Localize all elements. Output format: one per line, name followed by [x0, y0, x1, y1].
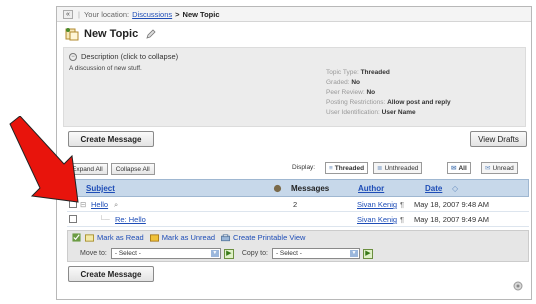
unread-label: Unread	[492, 164, 514, 172]
copy-to-value: - Select -	[275, 250, 302, 257]
breadcrumb-discussions-link[interactable]: Discussions	[132, 10, 172, 19]
mark-read-icon	[85, 233, 94, 242]
back-icon[interactable]: «	[63, 9, 73, 19]
meta-row: Topic Type: Threaded	[326, 69, 390, 76]
description-panel: − Description (click to collapse) A disc…	[63, 47, 526, 127]
all-icon: ✉	[451, 165, 457, 172]
move-go-button[interactable]: ▶	[223, 248, 234, 259]
description-header: Description (click to collapse)	[81, 52, 179, 61]
description-text: A discussion of new stuff.	[69, 65, 142, 72]
sort-icon: ◇	[452, 184, 459, 193]
breadcrumb-separator: >	[175, 9, 180, 19]
topic-icon	[65, 28, 79, 41]
display-label: Display:	[292, 164, 316, 171]
message-subject-link[interactable]: Hello	[91, 200, 108, 209]
bulk-actions-row: Mark as Read Mark as Unread Create Print…	[72, 233, 311, 242]
show-unread-toggle[interactable]: ✉ Unread	[481, 162, 518, 174]
copy-to-label: Copy to:	[241, 250, 268, 257]
chevron-down-icon: ▼	[349, 250, 358, 257]
move-to-select[interactable]: - Select - ▼	[110, 248, 221, 259]
move-to-value: - Select -	[114, 250, 141, 257]
page-title: New Topic	[84, 28, 139, 40]
meta-row: User Identification: User Name	[326, 109, 416, 116]
page-title-row: New Topic	[65, 25, 156, 43]
copy-go-button[interactable]: ▶	[362, 248, 373, 259]
table-header: Subject Messages Author Date ◇	[67, 179, 529, 197]
unthreaded-label: Unthreaded	[384, 164, 419, 172]
threaded-icon: ≡	[329, 164, 333, 172]
messages-table: Subject Messages Author Date ◇ ⊟ Hello ⌕…	[67, 179, 529, 227]
create-printable-view-button[interactable]: Create Printable View	[221, 233, 305, 242]
thread-icon	[273, 184, 282, 193]
subject-column-header[interactable]: Subject	[86, 184, 115, 193]
messages-column-header: Messages	[291, 184, 330, 193]
message-subject-link[interactable]: Re: Hello	[115, 215, 146, 224]
breadcrumb-current: New Topic	[182, 9, 220, 19]
copy-to-select[interactable]: - Select - ▼	[271, 248, 360, 259]
help-icon[interactable]	[513, 281, 523, 291]
move-to-label: Move to:	[80, 250, 107, 257]
table-row: ⊟ Hello ⌕ 2 Sivan Kenig ¶ May 18, 2007 9…	[67, 197, 529, 212]
author-link[interactable]: Sivan Kenig	[357, 215, 397, 224]
message-date: May 18, 2007 9:49 AM	[414, 215, 490, 224]
author-profile-icon[interactable]: ¶	[400, 215, 404, 224]
bulk-actions-panel: Mark as Read Mark as Unread Create Print…	[67, 230, 529, 262]
author-column-header[interactable]: Author	[358, 184, 384, 193]
discussion-window: « | Your location: Discussions > New Top…	[56, 6, 532, 300]
mark-as-read-button[interactable]: Mark as Read	[85, 233, 144, 242]
message-date: May 18, 2007 9:48 AM	[414, 200, 490, 209]
author-link[interactable]: Sivan Kenig	[357, 200, 397, 209]
select-all-icon[interactable]	[72, 233, 81, 242]
mark-as-unread-button[interactable]: Mark as Unread	[149, 233, 216, 242]
view-drafts-button[interactable]: View Drafts	[470, 131, 527, 147]
threaded-toggle[interactable]: ≡ Threaded	[325, 162, 369, 174]
description-toggle[interactable]: − Description (click to collapse)	[69, 52, 178, 61]
location-divider: |	[78, 9, 80, 19]
move-copy-row: Move to: - Select - ▼ ▶ Copy to: - Selec…	[80, 248, 373, 259]
topic-meta: Topic Type: Threaded Graded: No Peer Rev…	[326, 68, 451, 118]
collapse-all-button[interactable]: Collapse All	[110, 163, 155, 175]
print-icon	[221, 233, 231, 241]
view-toolbar: Expand All Collapse All Display: ≡ Threa…	[67, 162, 529, 176]
author-profile-icon[interactable]: ¶	[400, 200, 404, 209]
meta-row: Graded: No	[326, 79, 360, 86]
row-checkbox[interactable]	[69, 215, 77, 223]
message-count: 2	[293, 200, 298, 209]
location-bar: « | Your location: Discussions > New Top…	[57, 7, 531, 22]
red-arrow-annotation	[9, 116, 79, 203]
mark-unread-icon	[149, 233, 159, 242]
unthreaded-toggle[interactable]: ≣ Unthreaded	[373, 162, 423, 174]
unthreaded-icon: ≣	[377, 165, 383, 172]
threaded-label: Threaded	[334, 164, 365, 172]
attachment-icon: ⌕	[114, 200, 119, 209]
meta-row: Peer Review: No	[326, 89, 376, 96]
date-column-header[interactable]: Date	[425, 184, 442, 193]
edit-icon[interactable]	[146, 29, 156, 39]
meta-row: Posting Restrictions: Allow post and rep…	[326, 99, 451, 106]
table-row: └─ Re: Hello Sivan Kenig ¶ May 18, 2007 …	[67, 212, 529, 227]
thread-branch-icon: └─	[99, 215, 110, 224]
location-prefix: Your location:	[83, 9, 130, 19]
create-message-button-bottom[interactable]: Create Message	[68, 266, 154, 282]
printable-label: Create Printable View	[233, 233, 306, 242]
show-all-toggle[interactable]: ✉ All	[447, 162, 471, 174]
mark-unread-label: Mark as Unread	[161, 233, 216, 242]
chevron-down-icon: ▼	[210, 250, 219, 257]
all-label: All	[458, 164, 467, 172]
unread-icon: ✉	[485, 165, 491, 172]
collapse-icon: −	[69, 52, 77, 61]
mark-read-label: Mark as Read	[97, 233, 144, 242]
